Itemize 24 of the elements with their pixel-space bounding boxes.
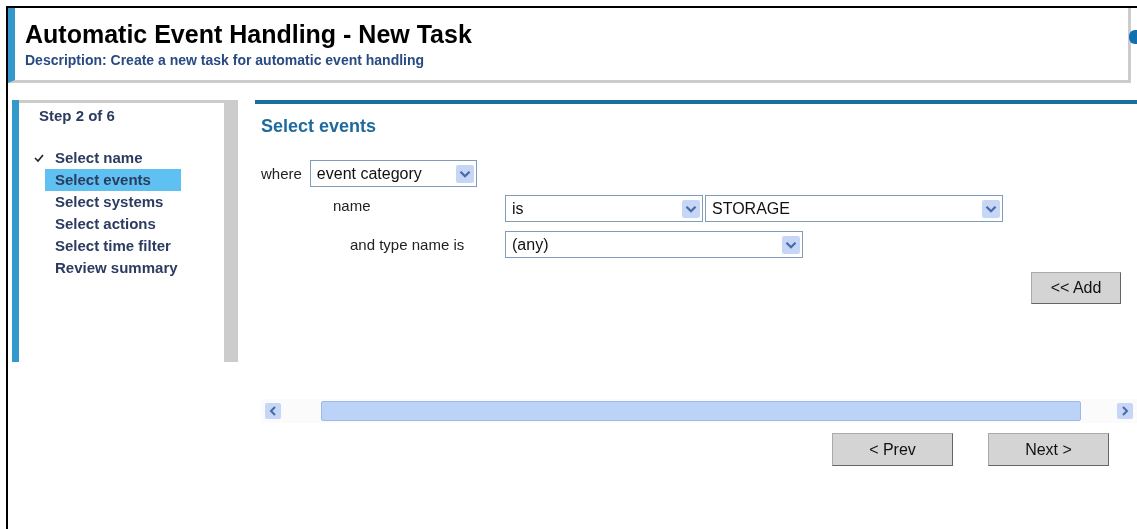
horizontal-scrollbar[interactable] [261, 399, 1137, 423]
step-item[interactable]: Select time filter [45, 235, 177, 257]
nav-button[interactable]: Next > [988, 433, 1109, 466]
page-title: Automatic Event Handling - New Task [25, 20, 472, 49]
scroll-thumb[interactable] [321, 401, 1081, 421]
scroll-right-icon[interactable] [1117, 403, 1133, 419]
add-button[interactable]: << Add [1031, 272, 1121, 304]
step-item[interactable]: Select systems [45, 191, 170, 213]
step-counter: Step 2 of 6 [39, 107, 116, 124]
step-item[interactable]: Select name [45, 147, 149, 169]
page-description: Description: Create a new task for automatic event handling [25, 52, 426, 68]
dropdown[interactable]: event category [309, 160, 477, 187]
dropdown[interactable]: is [505, 195, 703, 222]
step-item[interactable]: Review summary [45, 257, 184, 279]
section-title: Select events [261, 116, 378, 137]
type-name-label: and type name is [350, 236, 466, 253]
where-label: where [261, 165, 302, 182]
dropdown[interactable]: STORAGE [705, 195, 1003, 222]
nav-button[interactable]: < Prev [832, 433, 953, 466]
name-label: name [333, 197, 372, 214]
dropdown[interactable]: (any) [505, 231, 803, 258]
step-item[interactable]: Select actions [45, 213, 162, 235]
scroll-left-icon[interactable] [265, 403, 281, 419]
step-item[interactable]: Select events [45, 169, 181, 191]
